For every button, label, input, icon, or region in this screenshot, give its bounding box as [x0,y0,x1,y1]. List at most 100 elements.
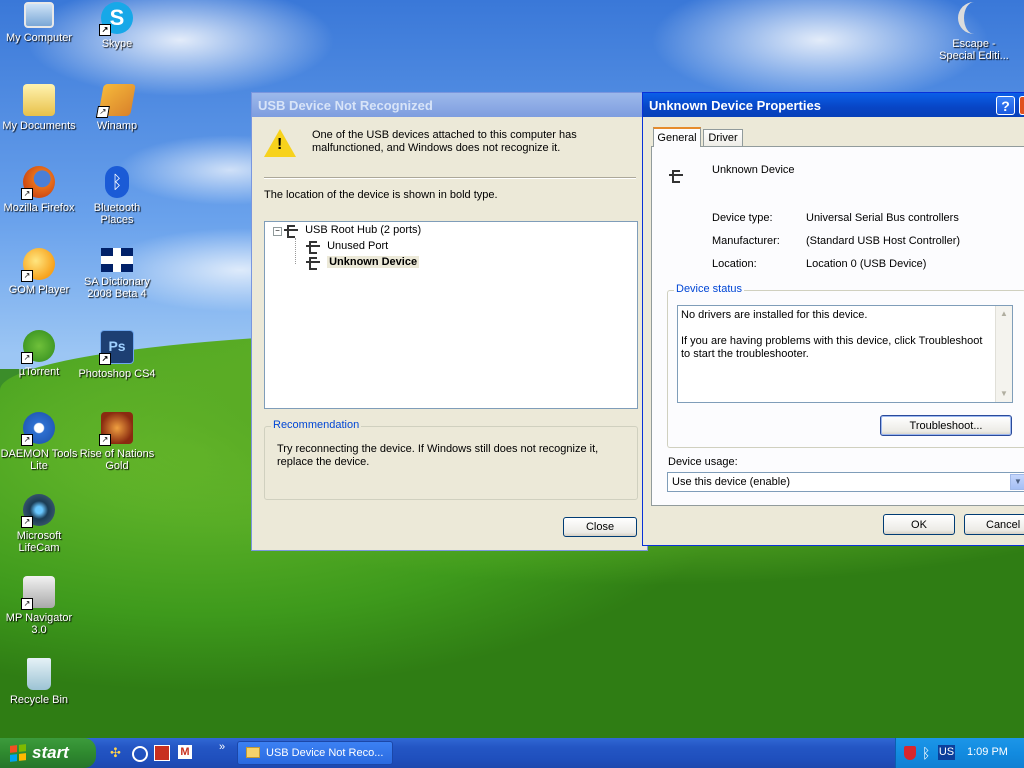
close-window-button[interactable] [1019,96,1024,115]
shortcut-arrow-icon: ↗ [21,516,33,528]
bluetooth-icon: ᛒ [105,166,129,198]
desktop-icon-daemon-tools[interactable]: ↗ DAEMON Tools Lite [0,412,78,472]
usb-dialog-title: USB Device Not Recognized [258,97,433,113]
icon-label: Microsoft LifeCam [16,530,62,554]
scroll-down-arrow-icon[interactable]: ▼ [996,386,1012,402]
help-button[interactable]: ? [996,96,1015,115]
start-button[interactable]: start [0,738,96,768]
unused-port-label: Unused Port [327,240,389,252]
recommendation-text: Try reconnecting the device. If Windows … [277,443,599,468]
usb-port-icon [305,240,321,255]
icon-label: Photoshop CS4 [78,368,156,380]
usb-hub-icon [283,224,299,239]
properties-titlebar[interactable]: Unknown Device Properties ? [643,93,1024,117]
icon-label: My Documents [2,120,76,132]
status-line-1: No drivers are installed for this device… [681,309,868,321]
shortcut-arrow-icon: ↗ [21,352,33,364]
cancel-button[interactable]: Cancel [964,514,1024,535]
system-tray: ᛒ US 1:09 PM [895,738,1024,768]
icon-label: GOM Player [8,284,70,296]
icon-label: MP Navigator 3.0 [5,612,73,636]
my-documents-icon [23,84,55,116]
scroll-up-arrow-icon[interactable]: ▲ [996,306,1012,322]
desktop-icon-gom-player[interactable]: ↗ GOM Player [0,248,78,296]
desktop-icon-lifecam[interactable]: ↗ Microsoft LifeCam [0,494,78,554]
windows-logo-icon [10,744,26,762]
start-label: start [32,743,69,762]
desktop-icon-photoshop[interactable]: Ps ↗ Photoshop CS4 [78,330,156,380]
daemon-tools-icon: ↗ [21,412,55,446]
winamp-icon: ↗ [95,84,136,118]
icon-label: Bluetooth Places [93,202,141,226]
desktop-icon-firefox[interactable]: ↗ Mozilla Firefox [0,166,78,214]
shortcut-arrow-icon: ↗ [21,188,33,200]
desktop-icon-sa-dictionary[interactable]: SA Dictionary 2008 Beta 4 [78,248,156,300]
desktop-icon-bluetooth[interactable]: ᛒ Bluetooth Places [78,166,156,226]
desktop-icon-rise-of-nations[interactable]: ↗ Rise of Nations Gold [78,412,156,472]
tab-driver[interactable]: Driver [703,129,743,147]
bluetooth-tray-icon[interactable]: ᛒ [922,744,930,762]
quick-launch-chevron-icon[interactable]: » [219,741,225,753]
shortcut-arrow-icon: ↗ [99,353,111,365]
desktop: My Computer My Documents ↗ Mozilla Firef… [0,0,1024,738]
shortcut-arrow-icon: ↗ [99,434,111,446]
lifecam-icon: ↗ [21,494,55,528]
task-label: USB Device Not Reco... [266,747,384,759]
tree-node-unused-port[interactable]: Unused Port [305,240,389,255]
icon-label: Mozilla Firefox [3,202,75,214]
usb-dialog-message: One of the USB devices attached to this … [312,129,577,154]
photoshop-icon: Ps ↗ [99,330,134,365]
chevron-down-icon[interactable]: ▼ [1010,474,1024,490]
skype-icon: S ↗ [99,2,133,36]
recommendation-group: Recommendation Try reconnecting the devi… [264,419,638,500]
device-usage-select[interactable]: Use this device (enable) ▼ [667,472,1024,492]
clock[interactable]: 1:09 PM [967,746,1008,758]
troubleshoot-button[interactable]: Troubleshoot... [880,415,1012,436]
media-icon[interactable] [154,745,170,761]
messenger-icon[interactable]: ✣ [110,745,124,761]
manufacturer-value: (Standard USB Host Controller) [806,235,961,247]
desktop-icon-recycle-bin[interactable]: Recycle Bin [0,658,78,706]
gmail-icon[interactable]: M [178,745,192,759]
tree-node-unknown-device[interactable]: Unknown Device [305,256,420,271]
tree-collapse-toggle[interactable]: − [273,227,282,236]
usb-not-recognized-dialog: USB Device Not Recognized ! One of the U… [251,92,648,551]
device-usage-value: Use this device (enable) [672,476,791,488]
my-computer-icon [24,2,54,28]
device-status-textbox[interactable]: No drivers are installed for this device… [677,305,1013,403]
browser-icon[interactable] [132,746,148,762]
desktop-icon-mp-navigator[interactable]: ↗ MP Navigator 3.0 [0,576,78,636]
ok-button[interactable]: OK [883,514,955,535]
desktop-icon-my-documents[interactable]: My Documents [0,84,78,132]
device-tree[interactable]: − USB Root Hub (2 ports) Unused Port Unk… [264,221,638,409]
icon-label: SA Dictionary 2008 Beta 4 [83,276,151,300]
icon-label: Recycle Bin [9,694,69,706]
status-line-2: If you are having problems with this dev… [681,335,983,360]
taskbar-task-usb-dialog[interactable]: USB Device Not Reco... [237,741,393,765]
desktop-icon-utorrent[interactable]: ↗ µTorrent [0,330,78,378]
desktop-icon-skype[interactable]: S ↗ Skype [78,2,156,50]
warning-icon: ! [264,129,296,157]
root-hub-label: USB Root Hub (2 ports) [305,224,422,236]
language-indicator[interactable]: US [938,745,955,760]
tab-general[interactable]: General [653,127,701,147]
manufacturer-label: Manufacturer: [712,235,780,247]
usb-dialog-titlebar[interactable]: USB Device Not Recognized [252,93,647,117]
mp-navigator-icon: ↗ [21,576,55,610]
folder-icon [246,747,260,758]
close-button[interactable]: Close [563,517,637,537]
icon-label: My Computer [5,32,73,44]
desktop-icon-escape[interactable]: Escape - Special Editi... [935,2,1013,62]
security-shield-icon[interactable] [904,746,916,760]
desktop-icon-winamp[interactable]: ↗ Winamp [78,84,156,132]
device-status-label: Device status [674,283,745,295]
shortcut-arrow-icon: ↗ [99,24,111,36]
recycle-bin-icon [27,658,51,690]
status-scrollbar[interactable]: ▲ ▼ [995,306,1012,402]
escape-game-icon [958,2,990,34]
location-label: Location: [712,258,757,270]
tree-node-root-hub[interactable]: USB Root Hub (2 ports) [283,224,422,239]
icon-label: Skype [101,38,133,50]
icon-label: µTorrent [18,366,60,378]
desktop-icon-my-computer[interactable]: My Computer [0,2,78,44]
